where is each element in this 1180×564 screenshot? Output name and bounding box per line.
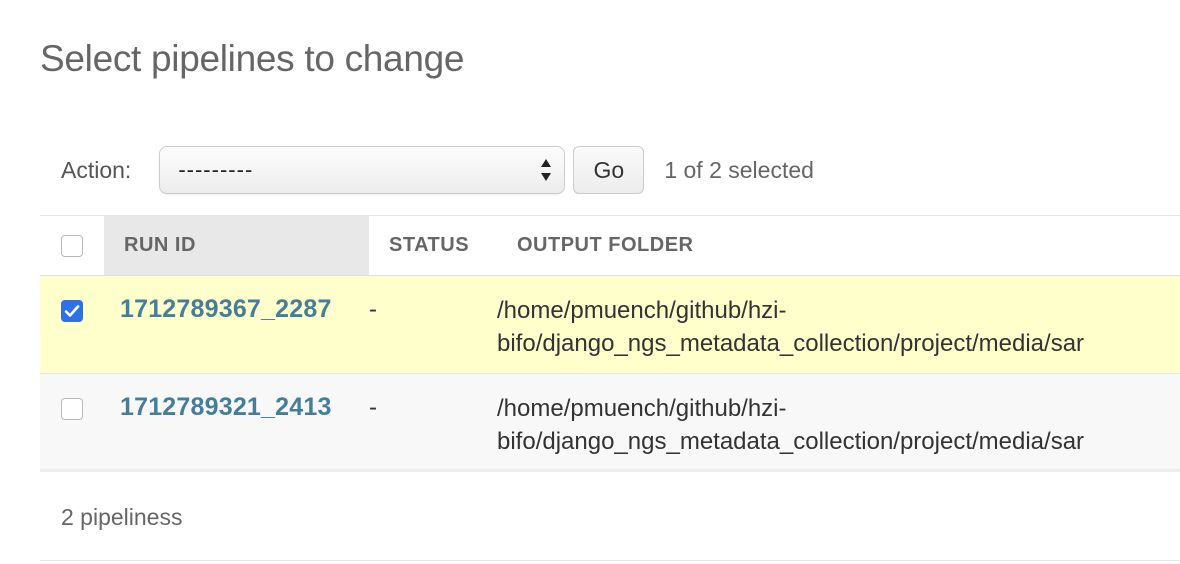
output-folder-cell: /home/pmuench/github/hzi- bifo/django_ng…	[497, 374, 1180, 458]
action-select[interactable]: ---------	[159, 146, 566, 194]
changelist-page: Select pipelines to change Action: -----…	[0, 0, 1180, 564]
output-folder-line-2: bifo/django_ngs_metadata_collection/proj…	[497, 330, 1085, 357]
run-id-link[interactable]: 1712789321_2413	[104, 374, 369, 422]
column-header-output-folder[interactable]: OUTPUT FOLDER	[517, 216, 694, 275]
action-bar: Action: --------- Go 1 of 2 selected	[40, 146, 1180, 194]
output-folder-line-2: bifo/django_ngs_metadata_collection/proj…	[497, 428, 1085, 455]
row-checkbox-checked[interactable]	[61, 300, 83, 322]
output-folder-cell: /home/pmuench/github/hzi- bifo/django_ng…	[497, 276, 1180, 360]
result-count-text: 2 pipeliness	[61, 504, 183, 530]
results-table: RUN ID STATUS OUTPUT FOLDER 1712789367_2…	[40, 215, 1180, 472]
result-count: 2 pipeliness	[40, 475, 1180, 561]
table-header: RUN ID STATUS OUTPUT FOLDER	[40, 215, 1180, 276]
table-row: 1712789367_2287 - /home/pmuench/github/h…	[40, 276, 1180, 374]
column-header-run-id[interactable]: RUN ID	[104, 216, 369, 275]
action-select-value: ---------	[178, 157, 254, 182]
select-arrows-icon	[541, 159, 552, 181]
row-checkbox[interactable]	[61, 398, 83, 420]
output-folder-line-1: /home/pmuench/github/hzi-	[497, 297, 787, 324]
action-label: Action:	[61, 156, 132, 183]
status-cell: -	[369, 394, 377, 421]
status-cell: -	[369, 296, 377, 323]
go-button[interactable]: Go	[573, 146, 645, 194]
header-select-all	[40, 216, 104, 275]
selection-counter: 1 of 2 selected	[664, 156, 814, 183]
table-row: 1712789321_2413 - /home/pmuench/github/h…	[40, 374, 1180, 472]
checkmark-icon	[64, 305, 80, 317]
select-all-checkbox[interactable]	[61, 234, 83, 257]
output-folder-line-1: /home/pmuench/github/hzi-	[497, 395, 787, 422]
row-select-cell	[40, 276, 104, 322]
row-select-cell	[40, 374, 104, 425]
page-title: Select pipelines to change	[40, 38, 465, 79]
column-header-status[interactable]: STATUS	[369, 216, 517, 275]
run-id-link[interactable]: 1712789367_2287	[104, 276, 369, 324]
